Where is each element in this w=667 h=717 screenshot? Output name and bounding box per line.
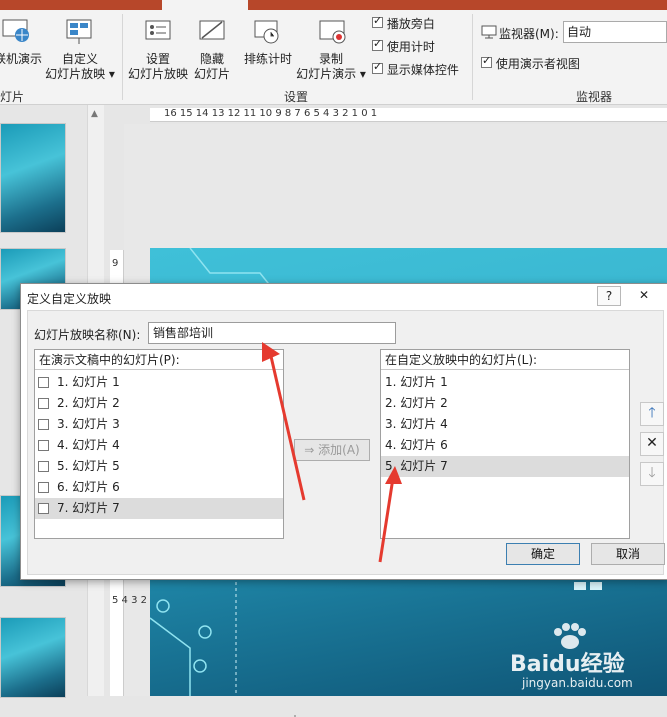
arrowhead-icon (385, 466, 402, 484)
annotation-arrows (262, 342, 402, 563)
arrow-to-right-list (378, 477, 395, 563)
watermark-brand: Baidu经验 (510, 652, 625, 677)
baidu-watermark: Baidu经验 jingyan.baidu.com (508, 622, 667, 696)
arrow-to-name-field (268, 351, 306, 501)
watermark-url: jingyan.baidu.com (522, 676, 633, 690)
